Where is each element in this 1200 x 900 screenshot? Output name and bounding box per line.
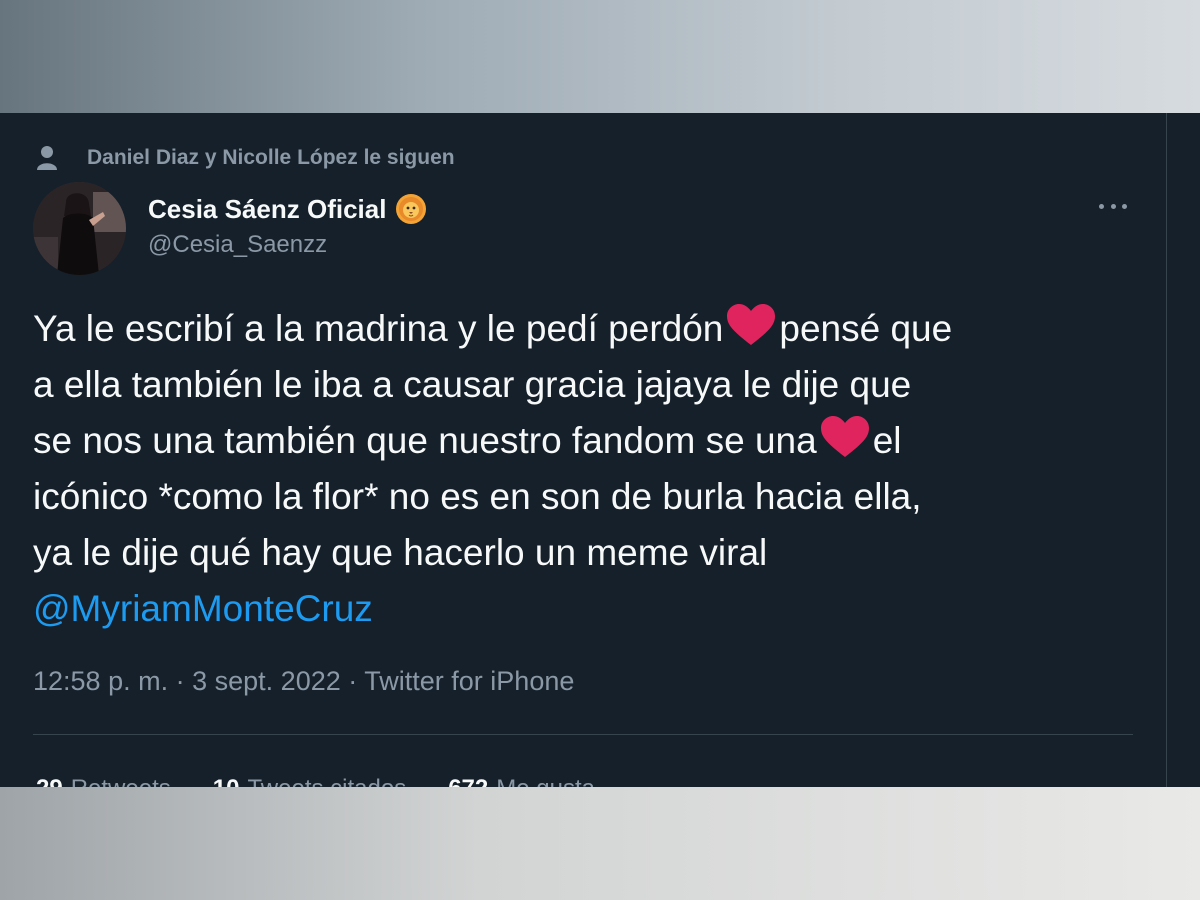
social-context-text: Daniel Diaz y Nicolle López le siguen [87, 146, 455, 169]
social-context[interactable]: Daniel Diaz y Nicolle López le siguen [36, 143, 455, 173]
retweets-label: Retweets [71, 775, 171, 787]
tweet-time[interactable]: 12:58 p. m. [33, 666, 168, 696]
likes-stat[interactable]: 672 Me gusta [448, 775, 595, 787]
lion-face-icon [396, 194, 427, 224]
divider [33, 734, 1133, 735]
person-icon [37, 146, 57, 170]
tweet-text: Ya le escribí a la madrina y le pedí per… [33, 301, 1143, 637]
quote-tweets-label: Tweets citados [247, 775, 406, 787]
tweet-line-text: se nos una también que nuestro fandom se… [33, 420, 817, 461]
tweet-line-text: pensé que [779, 308, 953, 349]
tweet-card: Daniel Diaz y Nicolle López le siguen Ce… [0, 113, 1200, 787]
tweet-line: ya le dije qué hay que hacerlo un meme v… [33, 532, 768, 573]
more-dot-icon [1110, 203, 1116, 209]
engagement-stats: 29 Retweets 10 Tweets citados 672 Me gusta [36, 775, 595, 787]
red-heart-icon [727, 304, 776, 345]
tweet-line-text: Ya le escribí a la madrina y le pedí per… [33, 308, 724, 349]
photo-background-bottom [0, 787, 1200, 900]
tweet-line: Ya le escribí a la madrina y le pedí per… [33, 301, 1143, 357]
tweet-line-text: el [872, 420, 902, 461]
tweet-metadata: 12:58 p. m. · 3 sept. 2022 · Twitter for… [33, 666, 574, 697]
likes-count: 672 [448, 775, 488, 787]
tweet-line: icónico *como la flor* no es en son de b… [33, 476, 922, 517]
tweet-line: se nos una también que nuestro fandom se… [33, 413, 1143, 469]
tweet-line: @MyriamMonteCruz [33, 581, 1143, 637]
quote-tweets-count: 10 [213, 775, 240, 787]
avatar[interactable] [33, 182, 126, 275]
meta-separator: · [348, 666, 358, 696]
tweet-source[interactable]: Twitter for iPhone [364, 666, 574, 696]
mention-link[interactable]: @MyriamMonteCruz [33, 588, 373, 629]
meta-separator: · [175, 666, 185, 696]
photo-background-top [0, 0, 1200, 113]
more-dot-icon [1099, 203, 1104, 209]
avatar-photo [33, 182, 126, 275]
display-name[interactable]: Cesia Sáenz Oficial [148, 194, 386, 225]
likes-label: Me gusta [496, 775, 595, 787]
red-heart-icon [820, 416, 869, 457]
retweets-count: 29 [36, 775, 63, 787]
user-handle[interactable]: @Cesia_Saenzz [148, 231, 327, 259]
tweet-line: a ella también le iba a causar gracia ja… [33, 364, 912, 405]
timeline-border [1166, 113, 1167, 787]
retweets-stat[interactable]: 29 Retweets [36, 775, 171, 787]
tweet-date[interactable]: 3 sept. 2022 [192, 666, 341, 696]
more-dot-icon [1122, 203, 1127, 209]
more-options-button[interactable] [1093, 193, 1133, 219]
display-name-row[interactable]: Cesia Sáenz Oficial [148, 191, 427, 227]
quote-tweets-stat[interactable]: 10 Tweets citados [213, 775, 406, 787]
